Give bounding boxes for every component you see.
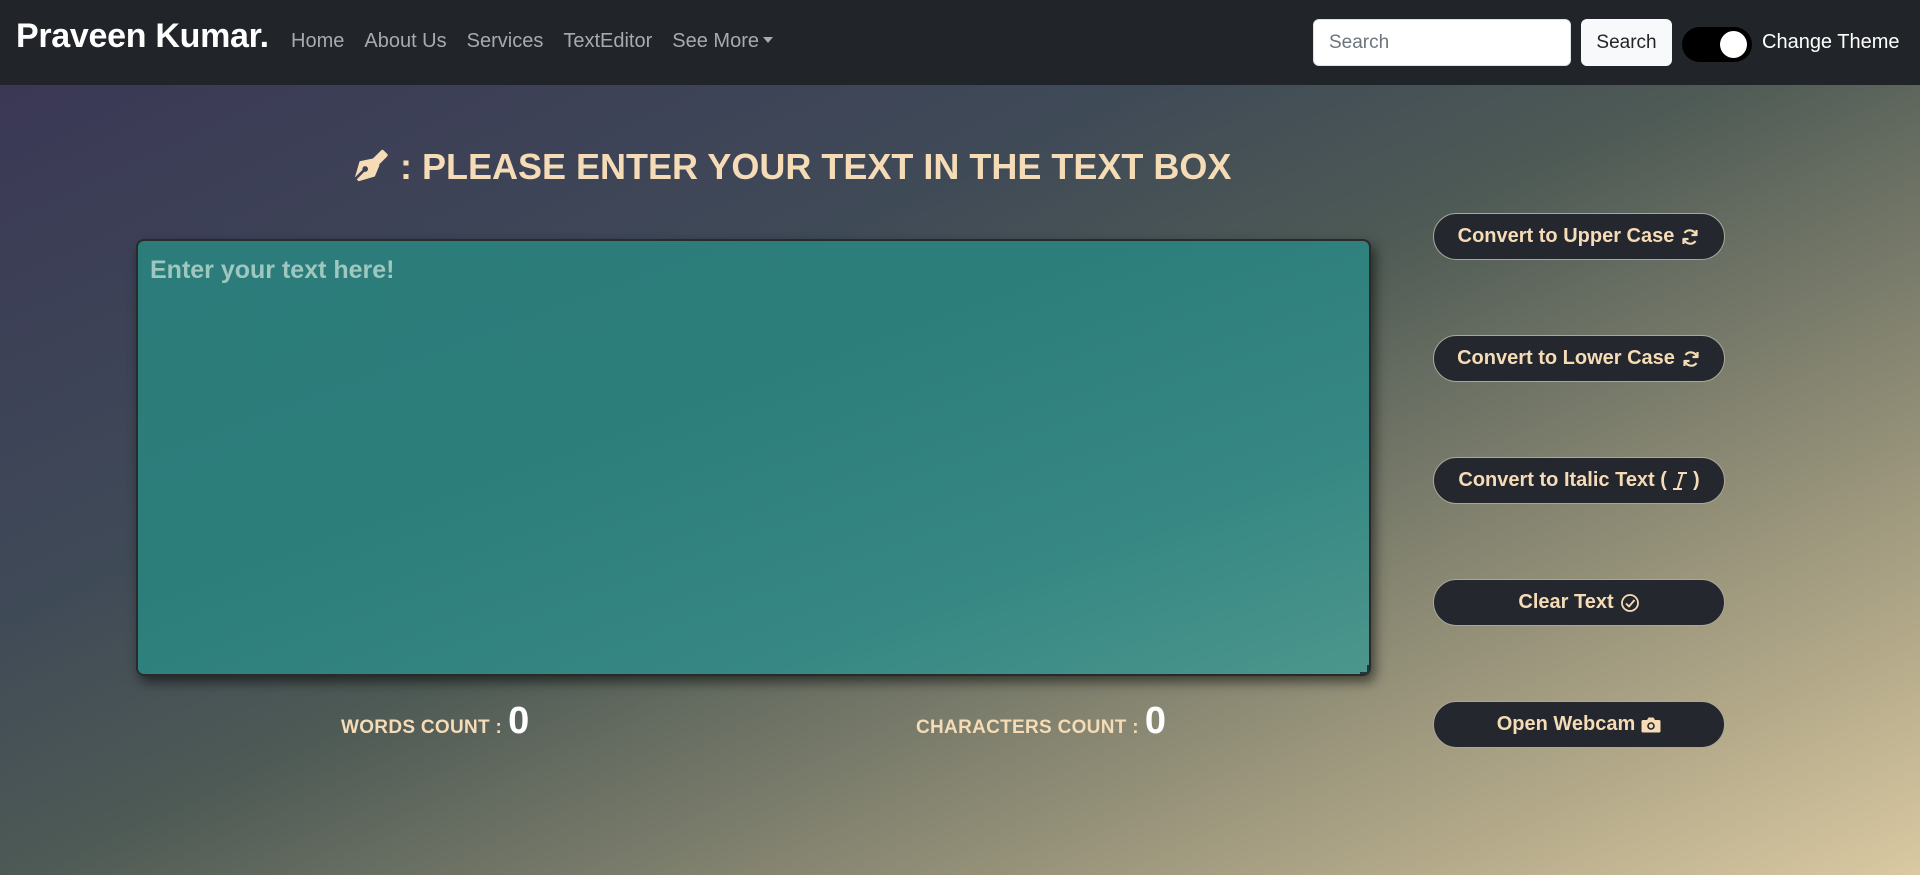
search-button[interactable]: Search bbox=[1581, 19, 1672, 66]
italic-text-label: Convert to Italic Text ( bbox=[1458, 469, 1667, 491]
nav-link-home[interactable]: Home bbox=[291, 30, 344, 53]
italic-icon bbox=[1671, 471, 1689, 491]
camera-icon bbox=[1641, 716, 1661, 734]
check-circle-icon bbox=[1620, 593, 1640, 613]
theme-toggle-label[interactable]: Change Theme bbox=[1762, 31, 1900, 54]
clear-text-button[interactable]: Clear Text bbox=[1433, 579, 1725, 626]
convert-lower-case-button[interactable]: Convert to Lower Case bbox=[1433, 335, 1725, 382]
pen-nib-icon bbox=[354, 149, 388, 182]
text-input-area[interactable] bbox=[136, 239, 1371, 676]
refresh-icon bbox=[1681, 349, 1701, 369]
nav-dropdown-see-more[interactable]: See More bbox=[672, 30, 773, 53]
theme-toggle-switch[interactable] bbox=[1682, 27, 1752, 62]
heading-text: : PLEASE ENTER YOUR TEXT IN THE TEXT BOX bbox=[400, 146, 1232, 187]
words-count: WORDS COUNT : 0 bbox=[341, 700, 529, 743]
convert-italic-text-button[interactable]: Convert to Italic Text ( ) bbox=[1433, 457, 1725, 504]
characters-count-label: CHARACTERS COUNT : bbox=[916, 717, 1139, 738]
lower-case-label: Convert to Lower Case bbox=[1457, 347, 1675, 369]
caret-down-icon bbox=[762, 36, 773, 43]
clear-text-label: Clear Text bbox=[1518, 591, 1614, 613]
navbar: Praveen Kumar. Home About Us Services Te… bbox=[0, 0, 1920, 85]
search-input[interactable] bbox=[1313, 19, 1571, 66]
open-webcam-label: Open Webcam bbox=[1496, 713, 1636, 735]
nav-link-services[interactable]: Services bbox=[467, 30, 544, 53]
italic-close-paren: ) bbox=[1692, 469, 1700, 491]
nav-links: Home About Us Services TextEditor See Mo… bbox=[291, 30, 793, 53]
characters-count: CHARACTERS COUNT : 0 bbox=[916, 700, 1166, 743]
resize-handle-icon[interactable] bbox=[1360, 665, 1369, 674]
convert-upper-case-button[interactable]: Convert to Upper Case bbox=[1433, 213, 1725, 260]
words-count-label: WORDS COUNT : bbox=[341, 717, 503, 738]
characters-count-value: 0 bbox=[1144, 700, 1166, 742]
nav-link-texteditor[interactable]: TextEditor bbox=[563, 30, 652, 53]
refresh-icon bbox=[1680, 227, 1700, 247]
nav-link-about-us[interactable]: About Us bbox=[364, 30, 446, 53]
see-more-label: See More bbox=[672, 30, 759, 52]
page-heading: : PLEASE ENTER YOUR TEXT IN THE TEXT BOX bbox=[352, 143, 1231, 191]
words-count-value: 0 bbox=[508, 700, 530, 742]
toggle-knob bbox=[1720, 31, 1747, 58]
open-webcam-button[interactable]: Open Webcam bbox=[1433, 701, 1725, 748]
upper-case-label: Convert to Upper Case bbox=[1457, 225, 1675, 247]
brand-logo[interactable]: Praveen Kumar. bbox=[16, 17, 269, 56]
